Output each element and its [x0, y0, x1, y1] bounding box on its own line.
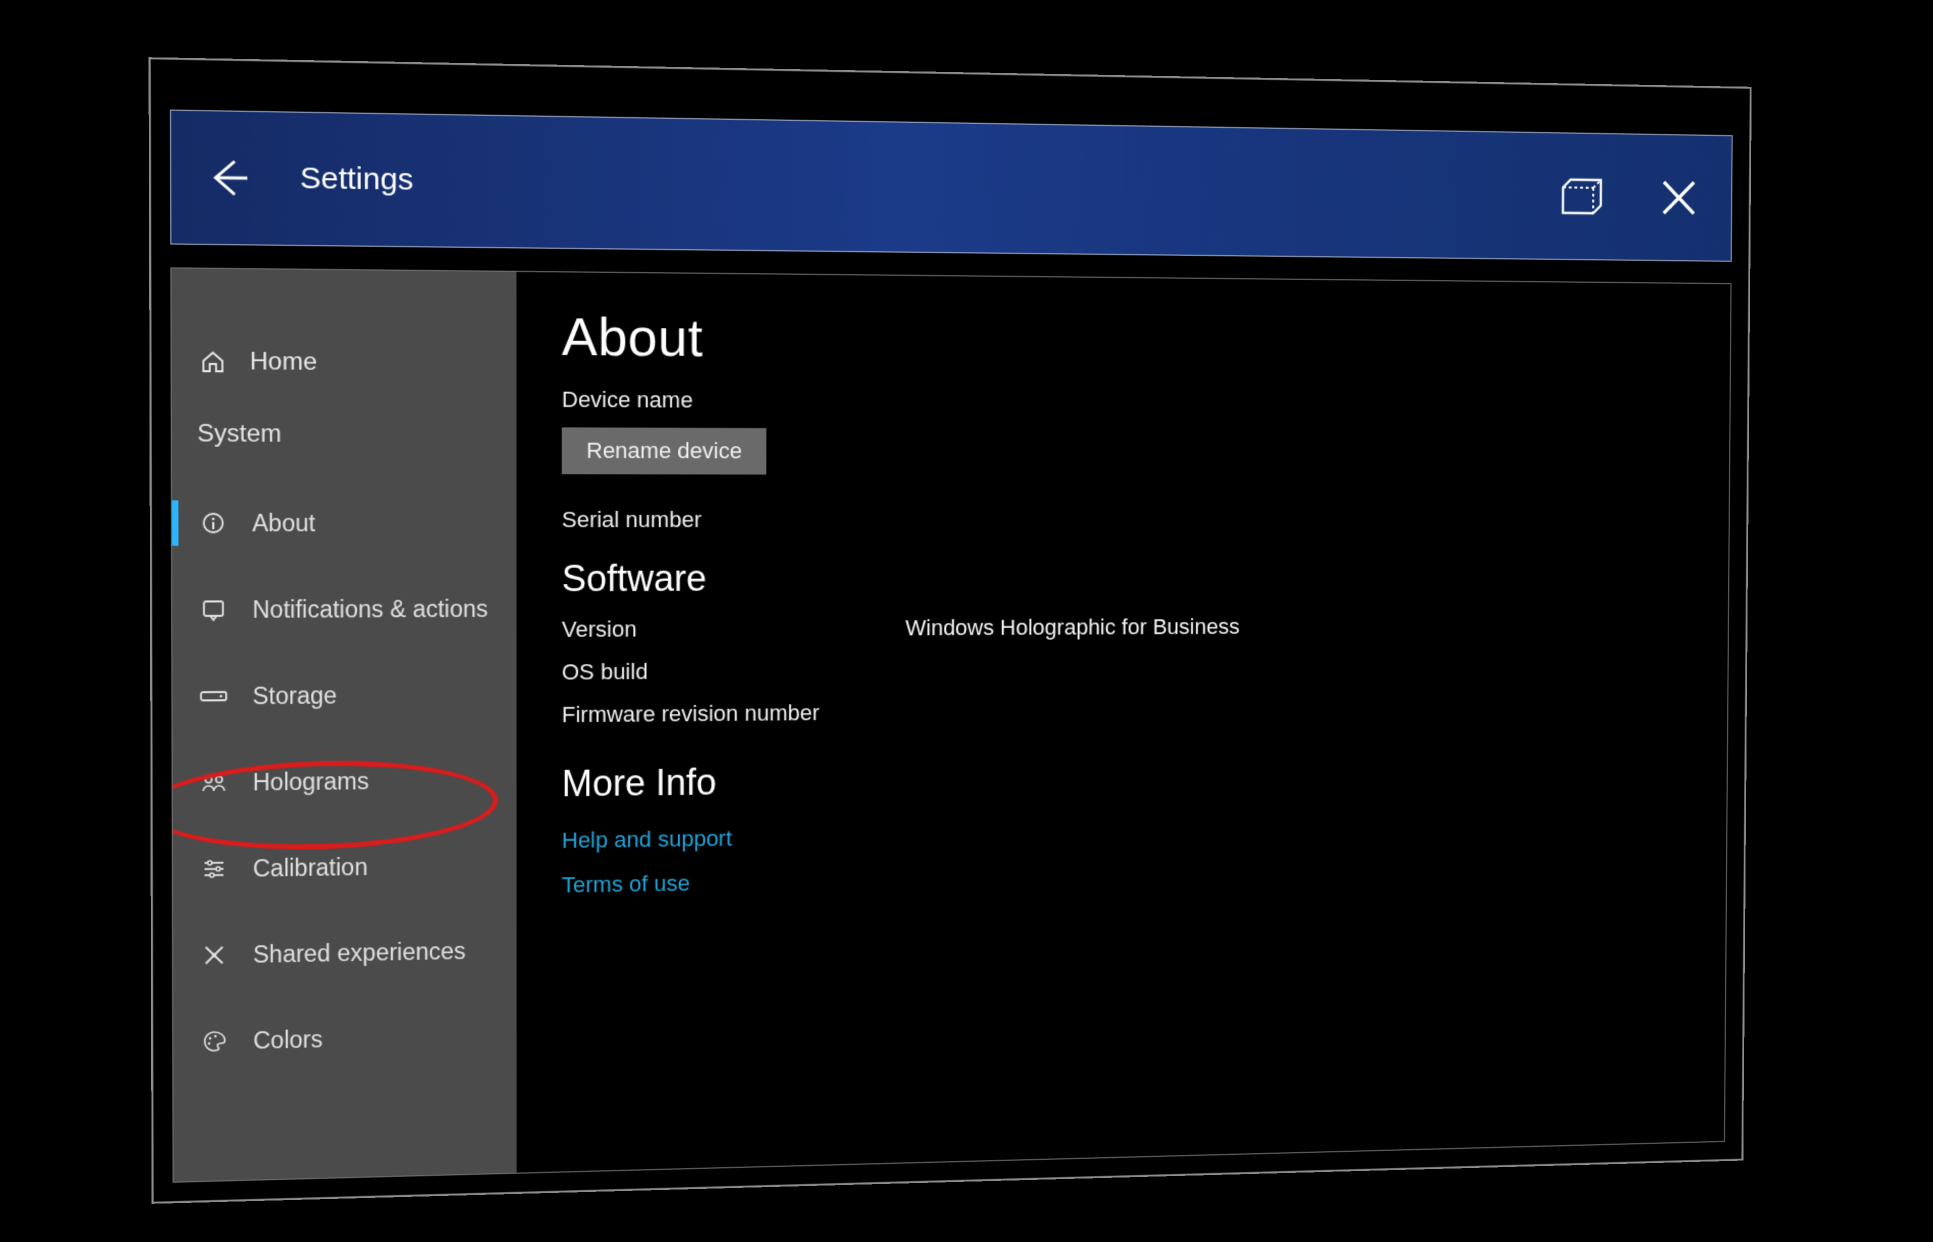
back-button[interactable]: [201, 151, 256, 206]
version-label: Version: [562, 615, 906, 643]
sidebar-item-home[interactable]: Home: [172, 324, 517, 400]
info-icon: [197, 511, 229, 536]
follow-icon: [1561, 178, 1605, 216]
terms-of-use-link[interactable]: Terms of use: [562, 856, 1689, 898]
sidebar-item-holograms[interactable]: Holograms: [173, 737, 517, 827]
calibration-icon: [198, 856, 230, 881]
home-icon: [197, 349, 229, 374]
sidebar-item-shared[interactable]: Shared experiences: [173, 907, 517, 999]
holograms-icon: [198, 770, 230, 795]
firmware-label: Firmware revision number: [562, 700, 820, 728]
sidebar-item-about[interactable]: About: [172, 480, 517, 567]
sidebar-item-calibration[interactable]: Calibration: [173, 822, 517, 913]
window-title: Settings: [300, 161, 413, 198]
shared-icon: [198, 943, 230, 968]
sidebar-item-label: Colors: [253, 1025, 323, 1054]
titlebar: Settings: [170, 110, 1733, 262]
rename-device-button[interactable]: Rename device: [562, 427, 766, 474]
sidebar-item-label: Storage: [253, 682, 337, 710]
close-icon: [1660, 178, 1698, 218]
sidebar-item-label: Holograms: [253, 767, 369, 796]
sidebar-item-label: Notifications & actions: [252, 595, 488, 623]
os-build-label: OS build: [562, 657, 906, 685]
software-heading: Software: [562, 556, 1691, 600]
main-panel: About Device name Rename device Serial n…: [516, 272, 1730, 1173]
storage-icon: [198, 687, 230, 706]
sidebar-item-label: Shared experiences: [253, 937, 466, 968]
sidebar-item-storage[interactable]: Storage: [172, 651, 516, 739]
sidebar-item-colors[interactable]: Colors: [173, 993, 516, 1086]
colors-icon: [199, 1029, 231, 1054]
device-name-label: Device name: [562, 387, 1693, 418]
settings-window: Settings: [149, 57, 1752, 1204]
close-button[interactable]: [1652, 170, 1705, 225]
follow-me-button[interactable]: [1556, 169, 1609, 225]
more-info-heading: More Info: [562, 752, 1690, 806]
sidebar-item-notifications[interactable]: Notifications & actions: [172, 566, 516, 653]
sidebar-item-label: About: [252, 509, 315, 537]
page-heading: About: [562, 307, 1693, 375]
serial-number-label: Serial number: [562, 507, 1692, 533]
sidebar-item-label: Calibration: [253, 853, 368, 882]
notification-icon: [198, 597, 230, 622]
sidebar-home-label: Home: [250, 348, 317, 377]
help-support-link[interactable]: Help and support: [562, 814, 1690, 854]
sidebar: Home System About Notifications: [171, 268, 516, 1181]
content-area: Home System About Notifications: [170, 267, 1731, 1182]
sidebar-section-system: System: [172, 403, 517, 466]
version-value: Windows Holographic for Business: [905, 614, 1239, 641]
back-arrow-icon: [205, 155, 252, 201]
